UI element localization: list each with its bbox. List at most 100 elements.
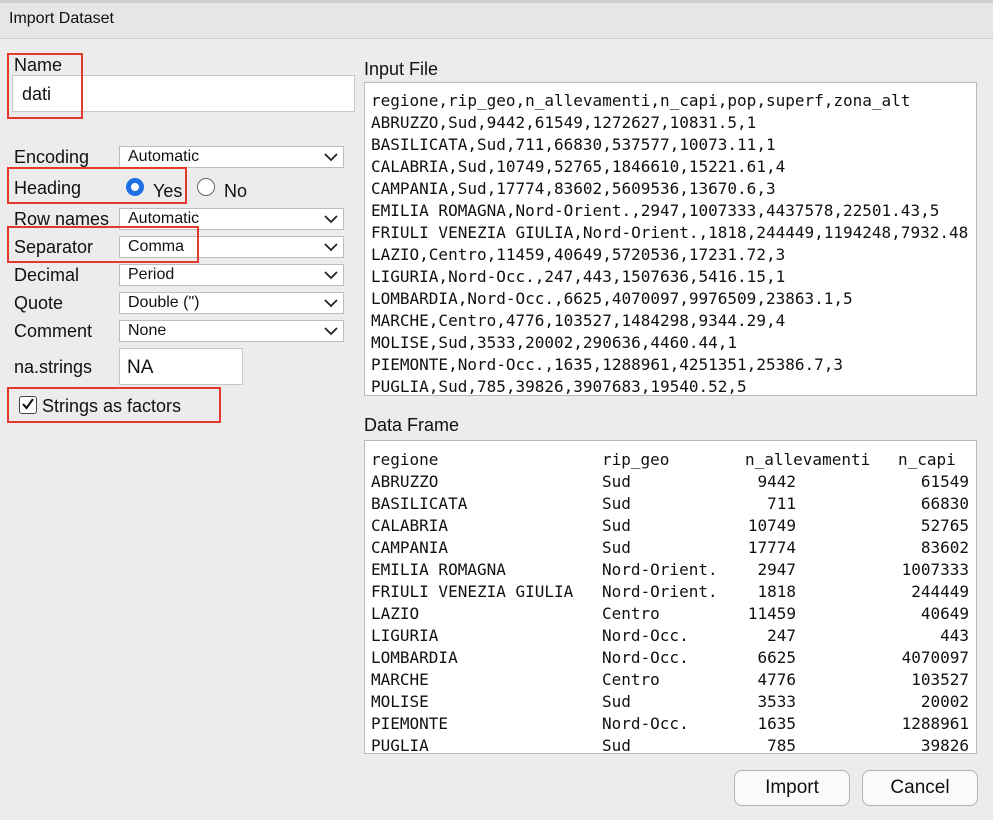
heading-yes-radio[interactable] [126, 178, 144, 196]
cell-rip-geo: Sud [602, 472, 631, 491]
cell-n-capi: 52765 [920, 516, 969, 535]
input-file-title: Input File [364, 59, 439, 79]
separator-label: Separator [14, 237, 94, 257]
separator-select[interactable]: Comma [119, 236, 344, 258]
input-file-line: LIGURIA,Nord-Occ.,247,443,1507636,5416.1… [371, 267, 786, 286]
strings-as-factors-label[interactable]: Strings as factors [42, 396, 181, 417]
cell-n-capi: 61549 [920, 472, 969, 491]
chevron-down-icon [324, 243, 338, 252]
checkmark-icon [22, 398, 34, 410]
decimal-value: Period [128, 266, 175, 283]
input-file-line: regione,rip_geo,n_allevamenti,n_capi,pop… [371, 91, 911, 110]
heading-yes-label[interactable]: Yes [153, 181, 182, 202]
cell-regione: LAZIO [371, 604, 420, 623]
cell-n-capi: 20002 [920, 692, 969, 711]
cell-regione: CAMPANIA [371, 538, 449, 557]
name-input[interactable]: dati [12, 75, 355, 112]
strings-as-factors-checkbox[interactable] [19, 396, 37, 414]
window-top-strip [0, 0, 993, 3]
table-row: PUGLIA Sud 785 39826 [365, 735, 976, 754]
cell-n-allevamenti: 11459 [747, 604, 796, 623]
cell-rip-geo: Sud [602, 736, 631, 754]
cell-regione: BASILICATA [371, 494, 468, 513]
table-row: EMILIA ROMAGNA Nord-Orient. 2947 1007333 [365, 559, 976, 581]
cell-regione: PIEMONTE [371, 714, 449, 733]
row-names-select[interactable]: Automatic [119, 208, 344, 230]
chevron-down-icon [324, 299, 338, 308]
cell-regione: LOMBARDIA [371, 648, 458, 667]
input-file-line: MARCHE,Centro,4776,103527,1484298,9344.2… [371, 311, 786, 330]
chevron-down-icon [324, 153, 338, 162]
dialog-title: Import Dataset [9, 10, 114, 27]
input-file-line: LOMBARDIA,Nord-Occ.,6625,4070097,9976509… [371, 289, 853, 308]
cell-n-capi: 39826 [920, 736, 969, 754]
input-file-line: PUGLIA,Sud,785,39826,3907683,19540.52,5 [371, 377, 747, 396]
quote-select[interactable]: Double (") [119, 292, 344, 314]
cell-rip-geo: Centro [602, 604, 660, 623]
cell-regione: MOLISE [371, 692, 429, 711]
quote-label: Quote [14, 293, 64, 313]
cell-rip-geo: Centro [602, 670, 660, 689]
data-frame-title: Data Frame [364, 415, 460, 435]
table-row: LIGURIA Nord-Occ. 247 443 [365, 625, 976, 647]
cell-n-allevamenti: 17774 [747, 538, 796, 557]
data-frame-panel[interactable]: regione rip_geo n_allevamenti n_capi ABR… [364, 440, 977, 754]
cell-rip-geo: Nord-Orient. [602, 582, 718, 601]
separator-value: Comma [128, 238, 185, 255]
cell-rip-geo: Nord-Occ. [602, 714, 689, 733]
input-file-line: ABRUZZO,Sud,9442,61549,1272627,10831.5,1 [371, 113, 757, 132]
heading-label: Heading [14, 178, 82, 198]
cell-regione: EMILIA ROMAGNA [371, 560, 506, 579]
cell-n-capi: 83602 [920, 538, 969, 557]
heading-no-radio[interactable] [197, 178, 215, 196]
table-row: FRIULI VENEZIA GIULIA Nord-Orient. 1818 244… [365, 581, 976, 603]
cell-n-allevamenti: 6625 [757, 648, 796, 667]
cell-n-allevamenti: 1818 [757, 582, 796, 601]
cell-n-capi: 443 [940, 626, 969, 645]
df-header-n-allevamenti: n_allevamenti [745, 450, 871, 469]
cell-n-allevamenti: 2947 [757, 560, 796, 579]
cancel-button[interactable]: Cancel [862, 770, 978, 806]
cell-n-allevamenti: 785 [767, 736, 796, 754]
row-names-value: Automatic [128, 210, 200, 227]
table-row: LAZIO Centro 11459 40649 [365, 603, 976, 625]
chevron-down-icon [324, 327, 338, 336]
dialog-titlebar: Import Dataset [0, 0, 993, 39]
input-file-line: MOLISE,Sud,3533,20002,290636,4460.44,1 [371, 333, 738, 352]
table-row: LOMBARDIA Nord-Occ. 6625 4070097 [365, 647, 976, 669]
cell-regione: LIGURIA [371, 626, 439, 645]
import-button[interactable]: Import [734, 770, 850, 806]
encoding-value: Automatic [128, 148, 200, 165]
cell-regione: MARCHE [371, 670, 429, 689]
cell-n-allevamenti: 4776 [757, 670, 796, 689]
cell-n-allevamenti: 1635 [757, 714, 796, 733]
decimal-label: Decimal [14, 265, 80, 285]
decimal-select[interactable]: Period [119, 264, 344, 286]
cell-regione: CALABRIA [371, 516, 449, 535]
na-strings-input[interactable]: NA [119, 348, 243, 385]
table-row: CAMPANIA Sud 17774 83602 [365, 537, 976, 559]
cell-n-allevamenti: 10749 [747, 516, 796, 535]
cell-rip-geo: Sud [602, 692, 631, 711]
input-file-panel[interactable]: regione,rip_geo,n_allevamenti,n_capi,pop… [364, 82, 977, 396]
input-file-line: PIEMONTE,Nord-Occ.,1635,1288961,4251351,… [371, 355, 844, 374]
encoding-select[interactable]: Automatic [119, 146, 344, 168]
cell-n-allevamenti: 3533 [757, 692, 796, 711]
heading-no-label[interactable]: No [224, 181, 247, 202]
input-file-line: EMILIA ROMAGNA,Nord-Orient.,2947,1007333… [371, 201, 940, 220]
na-strings-label: na.strings [14, 357, 93, 377]
cell-n-capi: 4070097 [901, 648, 969, 667]
cell-n-capi: 1288961 [901, 714, 969, 733]
input-file-line: BASILICATA,Sud,711,66830,537577,10073.11… [371, 135, 776, 154]
encoding-label: Encoding [14, 147, 90, 167]
table-row: ABRUZZO Sud 9442 61549 [365, 471, 976, 493]
cell-n-capi: 244449 [911, 582, 969, 601]
comment-select[interactable]: None [119, 320, 344, 342]
df-header-n-capi: n_capi [898, 450, 956, 469]
cell-n-capi: 66830 [920, 494, 969, 513]
cell-n-allevamenti: 711 [767, 494, 796, 513]
cell-rip-geo: Nord-Occ. [602, 648, 689, 667]
cell-n-capi: 40649 [920, 604, 969, 623]
cell-n-allevamenti: 9442 [757, 472, 796, 491]
table-row: MOLISE Sud 3533 20002 [365, 691, 976, 713]
